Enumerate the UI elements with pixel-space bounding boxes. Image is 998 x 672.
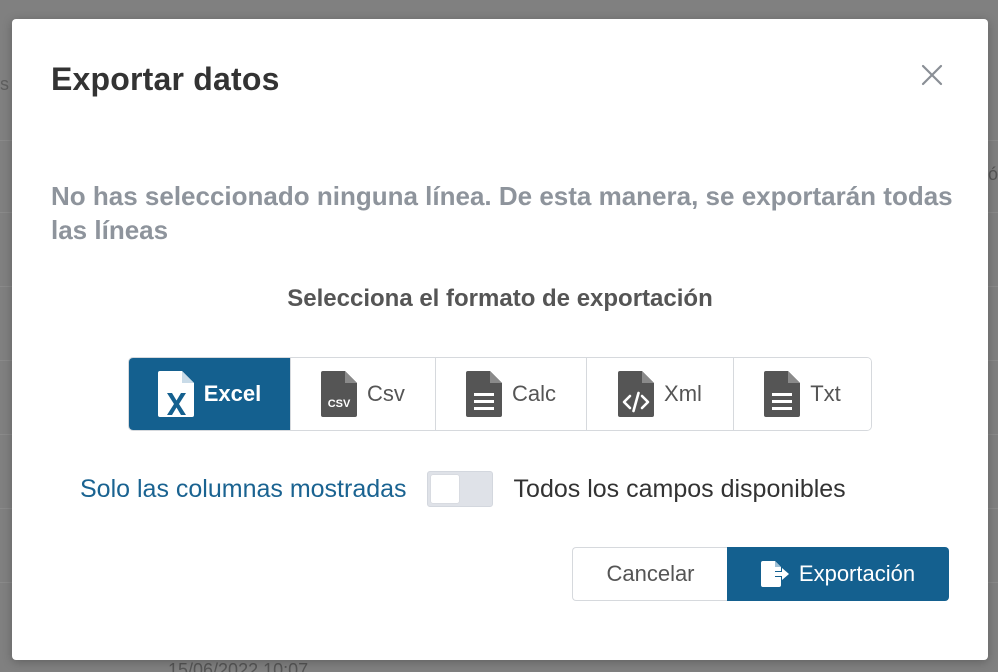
export-dialog: Exportar datos No has seleccionado ningu… (12, 19, 988, 660)
format-label: Csv (367, 381, 405, 406)
format-label: Calc (511, 381, 556, 406)
format-option-csv[interactable]: CSV Csv (291, 358, 436, 430)
export-button[interactable]: Exportación (727, 547, 949, 601)
format-option-xml[interactable]: Xml (587, 358, 734, 430)
cancel-label: Cancelar (606, 561, 695, 586)
format-label: Xml (664, 381, 702, 406)
background-date: 15/06/2022 10:07 (168, 660, 309, 672)
format-selector: Excel CSV Csv Calc Xml Txt (128, 357, 872, 431)
format-option-excel[interactable]: Excel (129, 358, 291, 430)
text-file-icon (764, 371, 801, 417)
export-label: Exportación (798, 561, 916, 586)
background-text: s (0, 74, 9, 94)
close-icon (921, 64, 943, 86)
format-heading: Selecciona el formato de exportación (287, 285, 713, 312)
toggle-knob (430, 475, 459, 503)
svg-text:CSV: CSV (328, 398, 351, 410)
format-option-txt[interactable]: Txt (734, 358, 871, 430)
code-file-icon (618, 371, 655, 417)
format-option-calc[interactable]: Calc (436, 358, 587, 430)
document-file-icon (465, 371, 502, 417)
close-button[interactable] (918, 61, 946, 89)
format-label: Excel (203, 381, 262, 406)
file-export-icon (760, 561, 789, 587)
background-text: ó (987, 164, 998, 184)
dialog-title: Exportar datos (51, 61, 280, 97)
column-scope-toggle[interactable] (426, 471, 493, 507)
cancel-button[interactable]: Cancelar (572, 547, 728, 601)
excel-file-icon (157, 371, 194, 417)
csv-file-icon: CSV (321, 371, 358, 417)
toggle-label-shown-columns[interactable]: Solo las columnas mostradas (80, 475, 407, 504)
selection-notice: No has seleccionado ninguna línea. De es… (51, 181, 953, 245)
format-label: Txt (810, 381, 841, 406)
column-scope-toggle-row: Solo las columnas mostradas Todos los ca… (80, 469, 846, 509)
toggle-label-all-fields[interactable]: Todos los campos disponibles (514, 475, 846, 504)
